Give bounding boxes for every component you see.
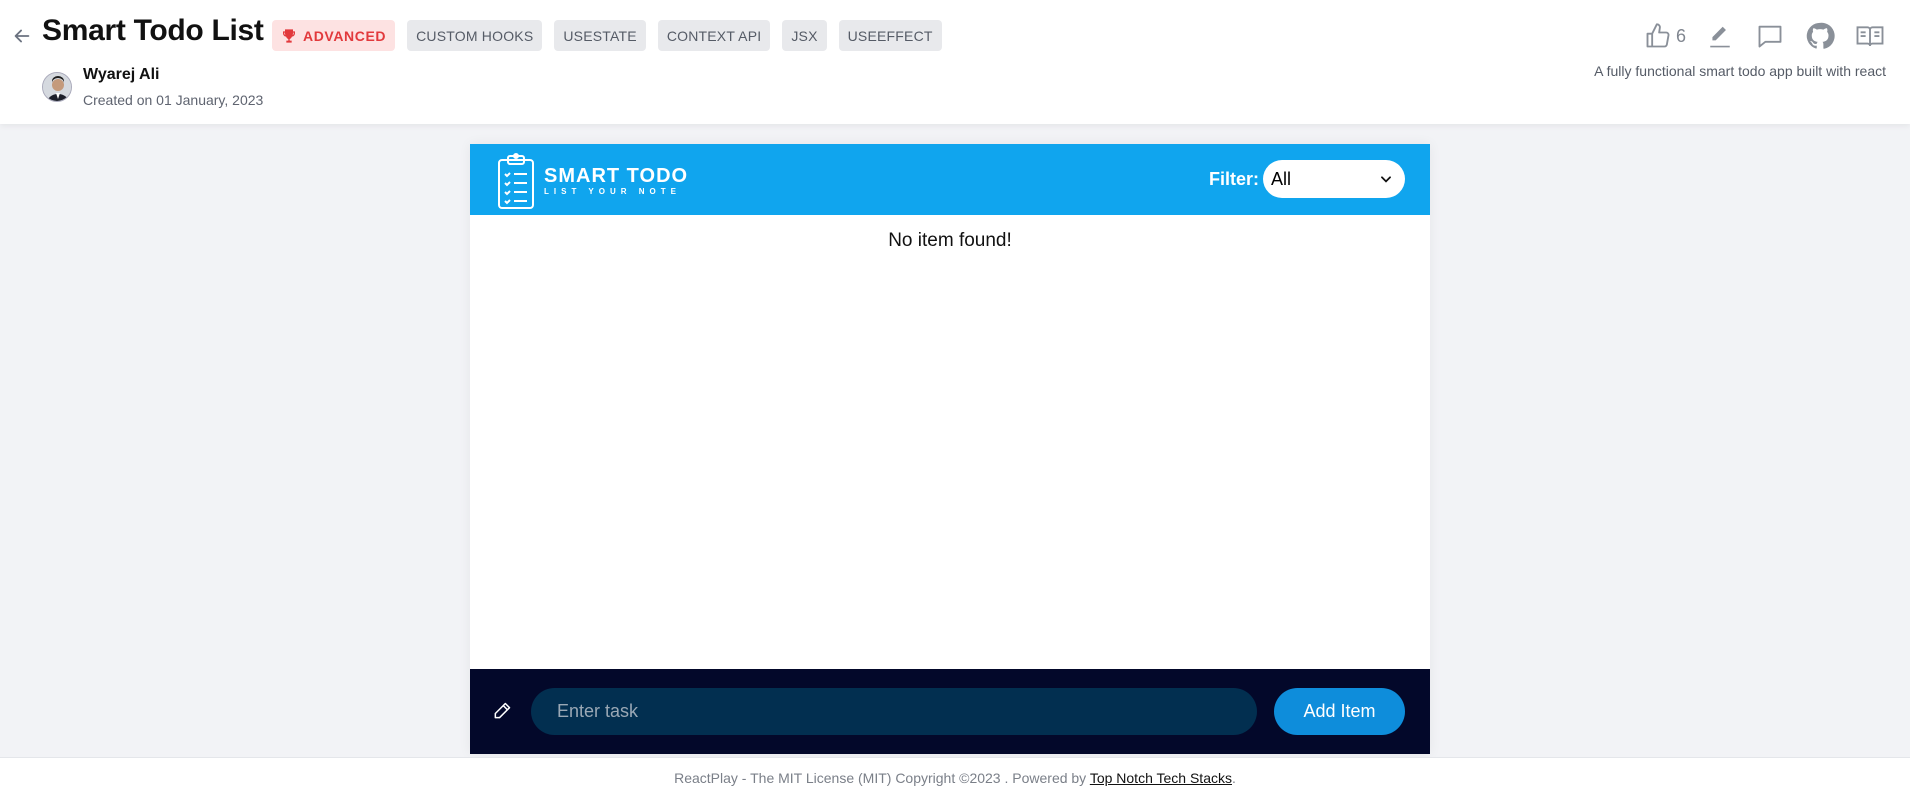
tag-custom-hooks[interactable]: CUSTOM HOOKS <box>407 20 543 51</box>
input-bar: Add Item <box>470 669 1430 754</box>
readme-button[interactable] <box>1854 20 1886 52</box>
header-actions: 6 <box>1644 20 1886 52</box>
created-date: Created on 01 January, 2023 <box>83 92 264 108</box>
back-arrow-icon <box>14 29 30 43</box>
app-bar: SMART TODO LIST YOUR NOTE Filter: All <box>470 144 1430 215</box>
comment-button[interactable] <box>1754 20 1786 52</box>
filter-control: Filter: All <box>1209 160 1405 198</box>
trophy-icon <box>282 28 296 43</box>
footer-text: ReactPlay - The MIT License (MIT) Copyri… <box>674 770 1090 786</box>
app-logo: SMART TODO LIST YOUR NOTE <box>496 152 688 210</box>
footer-link[interactable]: Top Notch Tech Stacks <box>1090 770 1232 786</box>
thumbs-up-icon <box>1646 23 1670 48</box>
play-header: Smart Todo List ADVANCED CUSTOM HOOKS US… <box>0 0 1910 124</box>
filter-value: All <box>1271 168 1292 189</box>
page-title: Smart Todo List <box>42 14 264 47</box>
chevron-down-icon <box>1381 176 1391 183</box>
page-footer: ReactPlay - The MIT License (MIT) Copyri… <box>0 757 1910 798</box>
author-name[interactable]: Wyarej Ali <box>83 66 159 84</box>
level-label: ADVANCED <box>303 27 387 44</box>
pencil-icon <box>494 702 511 719</box>
github-button[interactable] <box>1804 20 1836 52</box>
footer-end: . <box>1231 770 1236 786</box>
empty-list-message: No item found! <box>888 230 1012 251</box>
level-badge: ADVANCED <box>272 20 396 51</box>
logo-title: SMART TODO <box>544 165 689 187</box>
avatar-image <box>43 73 71 101</box>
back-button[interactable] <box>8 22 36 50</box>
avatar[interactable] <box>42 72 72 102</box>
filter-select[interactable]: All <box>1263 160 1405 198</box>
book-icon <box>1856 26 1884 47</box>
tag-jsx[interactable]: JSX <box>782 20 827 51</box>
like-button[interactable]: 6 <box>1644 22 1686 50</box>
tag-list: ADVANCED CUSTOM HOOKS USESTATE CONTEXT A… <box>272 20 942 51</box>
tag-useeffect[interactable]: USEEFFECT <box>838 20 942 51</box>
tag-usestate[interactable]: USESTATE <box>554 20 646 51</box>
todo-app: SMART TODO LIST YOUR NOTE Filter: All No… <box>470 144 1430 754</box>
github-icon <box>1806 22 1835 49</box>
add-item-button[interactable]: Add Item <box>1274 688 1405 735</box>
comment-icon <box>1758 25 1782 48</box>
like-count: 6 <box>1675 25 1686 46</box>
logo-subtitle: LIST YOUR NOTE <box>544 187 681 196</box>
edit-button[interactable] <box>1704 20 1736 52</box>
play-description: A fully functional smart todo app built … <box>1594 63 1886 79</box>
filter-label: Filter: <box>1208 168 1259 189</box>
clipboard-icon <box>498 153 534 209</box>
task-input[interactable] <box>531 688 1257 735</box>
pencil-icon <box>1710 26 1730 48</box>
tag-context-api[interactable]: CONTEXT API <box>657 20 771 51</box>
